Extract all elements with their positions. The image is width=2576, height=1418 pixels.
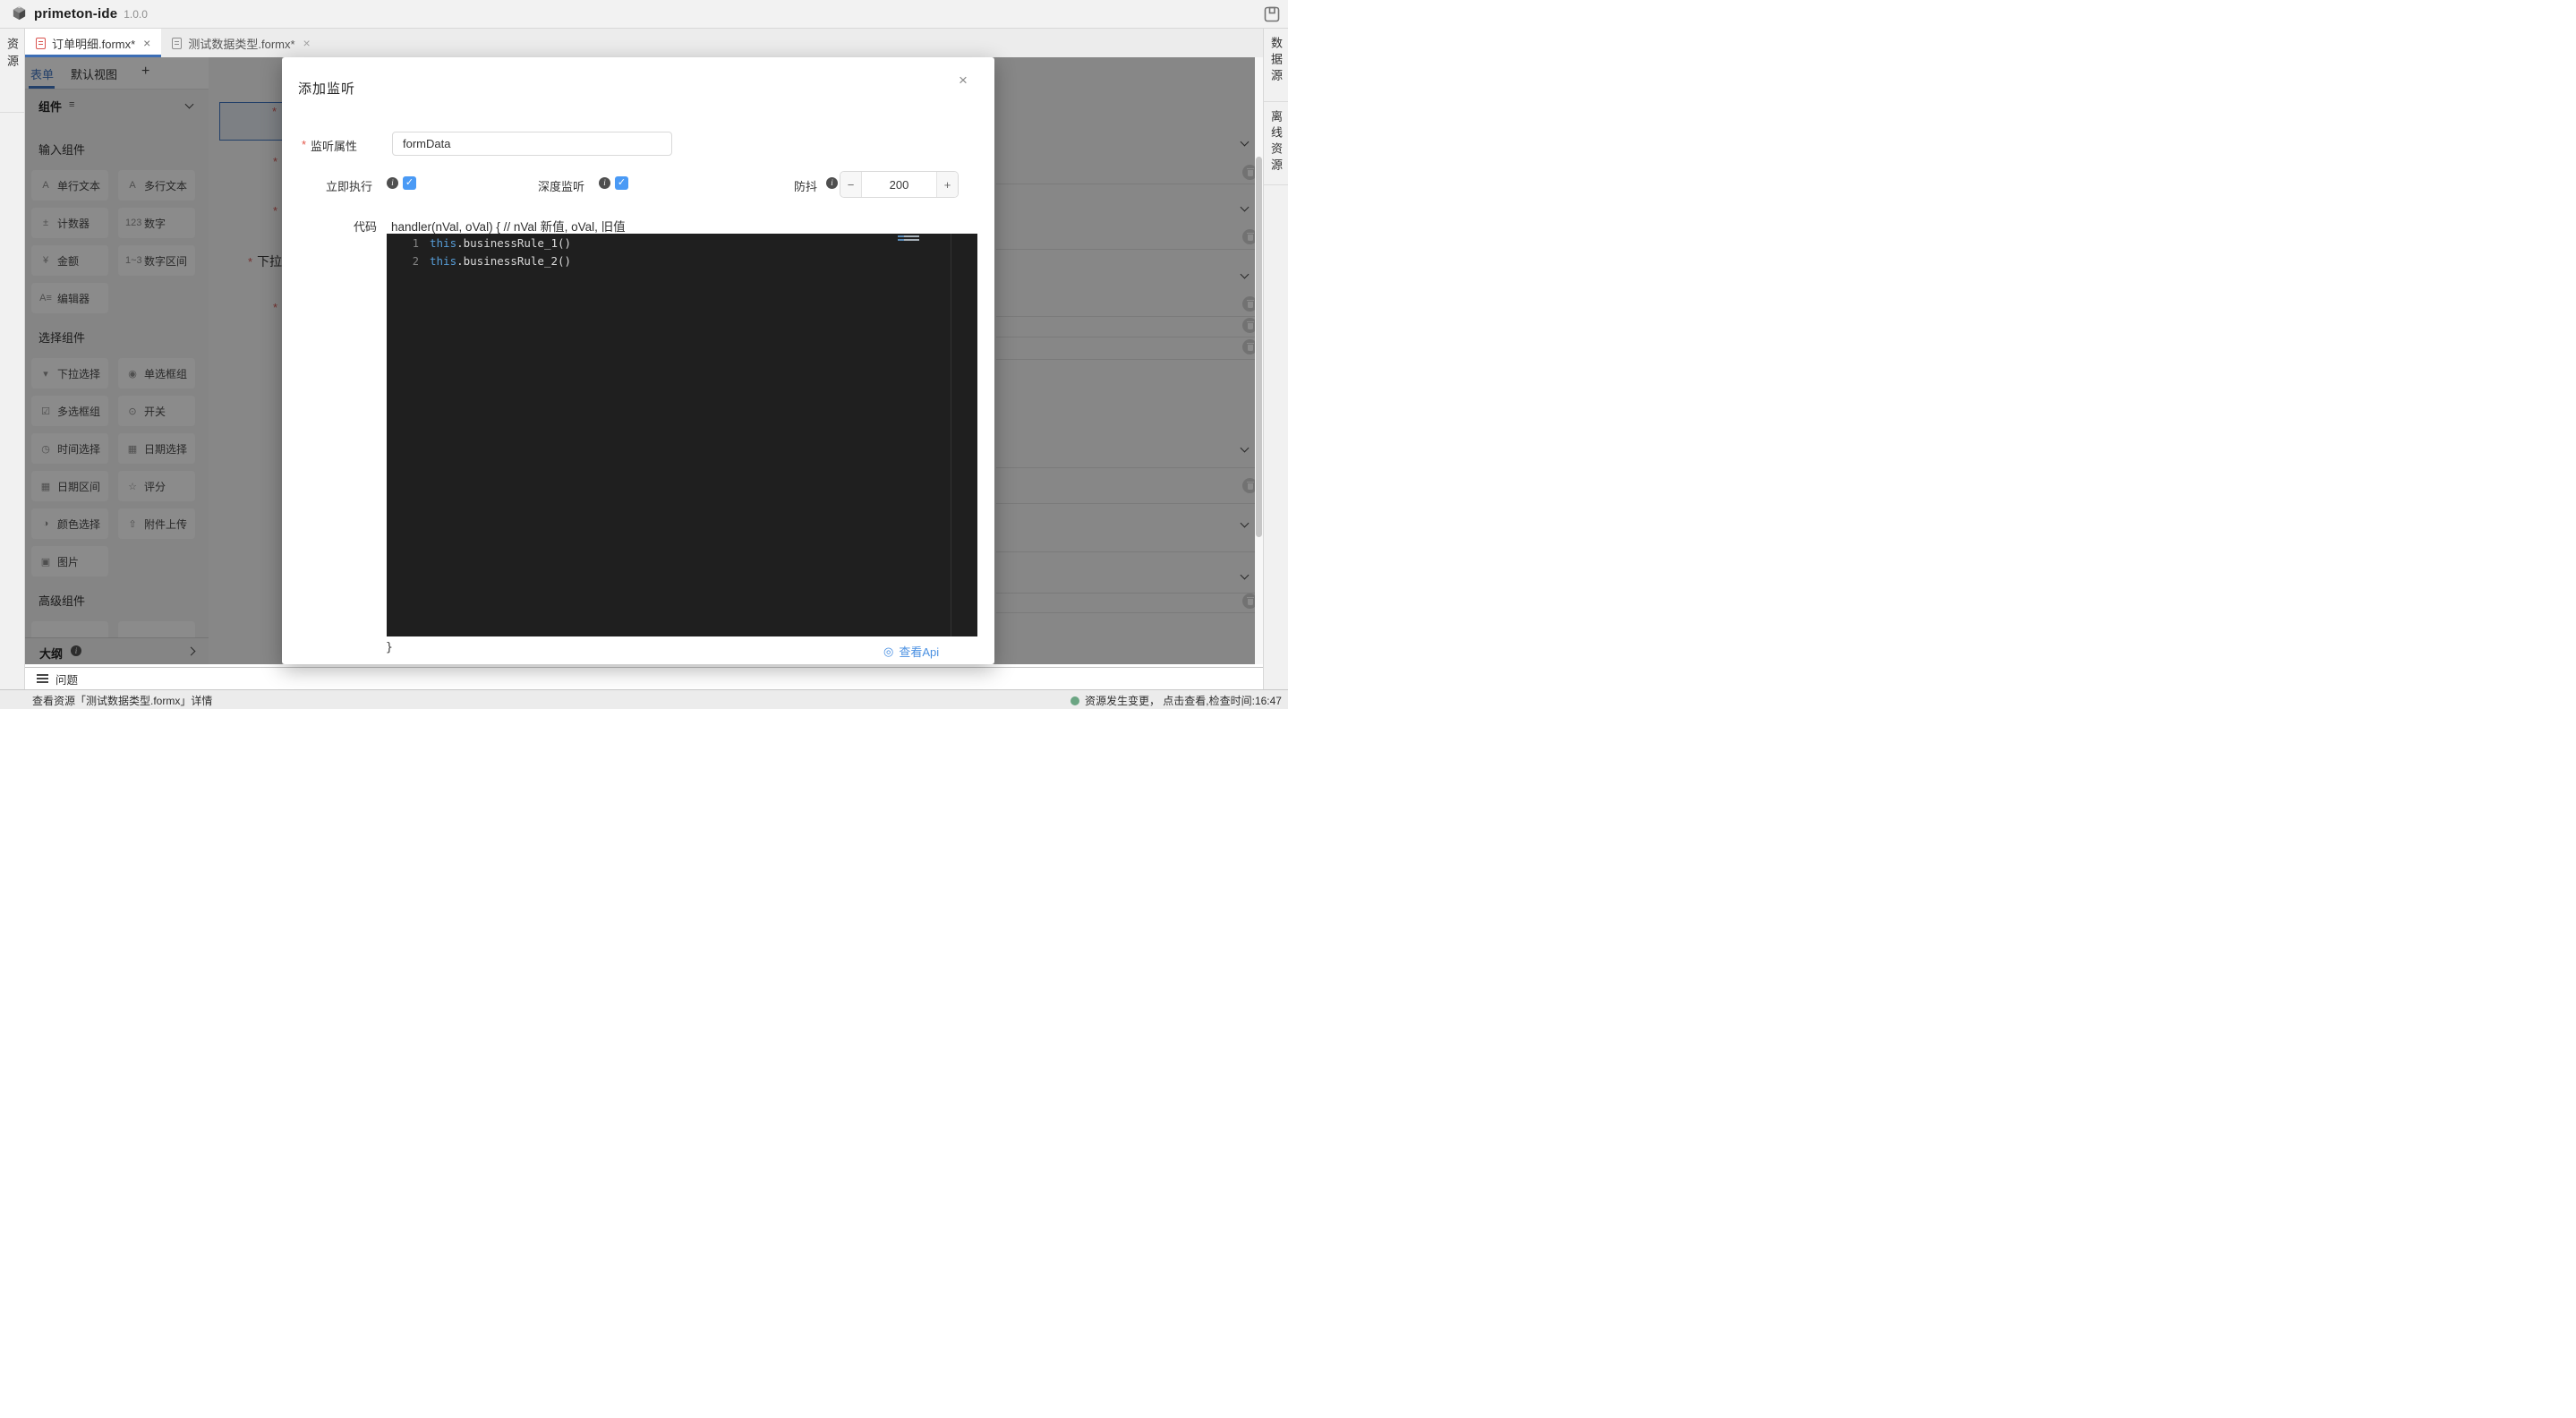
scrollbar-track[interactable]: [1255, 57, 1263, 664]
left-rail: 资源: [0, 29, 25, 689]
problems-bar[interactable]: 问题: [25, 667, 1263, 689]
view-api-link[interactable]: ◎ 查看Api: [883, 643, 939, 660]
status-green-dot-icon: [1070, 696, 1079, 705]
resource-change-text: 资源发生变更， 点击查看,检查时间:16:47: [1085, 693, 1282, 708]
app-version: 1.0.0: [124, 8, 148, 21]
info-icon[interactable]: i: [599, 177, 610, 189]
problems-label: 问题: [55, 671, 78, 688]
listen-property-input[interactable]: formData: [392, 132, 672, 156]
closing-brace: }: [386, 641, 393, 654]
code-keyword: this: [430, 254, 456, 268]
app-title: primeton-ide: [34, 6, 117, 21]
deep-watch-checkbox[interactable]: ✓: [615, 176, 628, 190]
code-text: .businessRule_1(): [456, 236, 571, 250]
rail-divider: [0, 112, 24, 113]
required-asterisk: *: [302, 138, 306, 151]
info-icon[interactable]: i: [826, 177, 838, 189]
status-bar: 查看资源「测试数据类型.formx」详情 资源发生变更， 点击查看,检查时间:1…: [0, 689, 1288, 709]
close-icon[interactable]: ×: [959, 72, 968, 90]
close-icon[interactable]: ×: [303, 37, 311, 49]
file-icon: [36, 38, 46, 49]
tab-order-detail[interactable]: 订单明细.formx* ×: [25, 29, 161, 57]
code-label: 代码: [354, 218, 377, 235]
line-number: 2: [387, 255, 430, 268]
save-icon[interactable]: [1263, 5, 1281, 23]
close-icon[interactable]: ×: [143, 37, 150, 49]
tab-label: 测试数据类型.formx*: [188, 35, 294, 52]
immediate-checkbox[interactable]: ✓: [403, 176, 416, 190]
scrollbar-thumb[interactable]: [1256, 157, 1262, 537]
code-line[interactable]: 1 this .businessRule_1(): [387, 235, 977, 252]
code-line[interactable]: 2 this .businessRule_2(): [387, 252, 977, 269]
decrement-button[interactable]: −: [840, 172, 862, 197]
sidebar-item-resources[interactable]: 资源: [4, 38, 21, 72]
status-message-right[interactable]: 资源发生变更， 点击查看,检查时间:16:47: [1070, 693, 1282, 708]
tab-test-data-types[interactable]: 测试数据类型.formx* ×: [161, 29, 320, 57]
top-bar: primeton-ide 1.0.0: [0, 0, 1288, 29]
sidebar-item-datasource[interactable]: 数据源: [1267, 37, 1284, 85]
problems-list-icon: [37, 674, 48, 684]
status-message-left[interactable]: 查看资源「测试数据类型.formx」详情: [32, 693, 212, 708]
code-editor[interactable]: 1 this .businessRule_1() 2 this .busines…: [387, 234, 977, 636]
file-icon: [172, 38, 182, 49]
handler-signature: handler(nVal, oVal) { // nVal 新值, oVal, …: [391, 217, 626, 235]
line-number: 1: [387, 237, 430, 250]
deep-watch-label: 深度监听: [538, 177, 584, 194]
editor-minimap[interactable]: [898, 235, 921, 243]
increment-button[interactable]: +: [936, 172, 958, 197]
debounce-stepper: − 200 +: [840, 171, 959, 198]
sidebar-item-offline-resources[interactable]: 离线资源: [1267, 110, 1284, 175]
right-rail: 数据源 离线资源: [1263, 29, 1288, 689]
app-logo-icon: [11, 5, 28, 22]
rail-section-datasource: 数据源: [1264, 29, 1288, 102]
primeton-ide-window: primeton-ide 1.0.0 资源 数据源 离线资源 订单明细.form…: [0, 0, 1288, 709]
dialog-title: 添加监听: [298, 79, 355, 98]
listen-property-label: 监听属性: [311, 137, 357, 154]
document-tab-bar: 订单明细.formx* × 测试数据类型.formx* ×: [25, 29, 1263, 57]
rail-section-offline: 离线资源: [1264, 102, 1288, 185]
add-listener-dialog: 添加监听 × * 监听属性 formData 立即执行 i ✓ 深度监听 i ✓…: [282, 57, 994, 664]
info-icon[interactable]: i: [387, 177, 398, 189]
view-api-label: 查看Api: [899, 643, 939, 660]
immediate-label: 立即执行: [326, 177, 372, 194]
debounce-value[interactable]: 200: [862, 172, 936, 197]
tab-label: 订单明细.formx*: [52, 35, 135, 52]
code-text: .businessRule_2(): [456, 254, 571, 268]
code-keyword: this: [430, 236, 456, 250]
eye-icon: ◎: [883, 645, 893, 659]
debounce-label: 防抖: [794, 177, 817, 194]
